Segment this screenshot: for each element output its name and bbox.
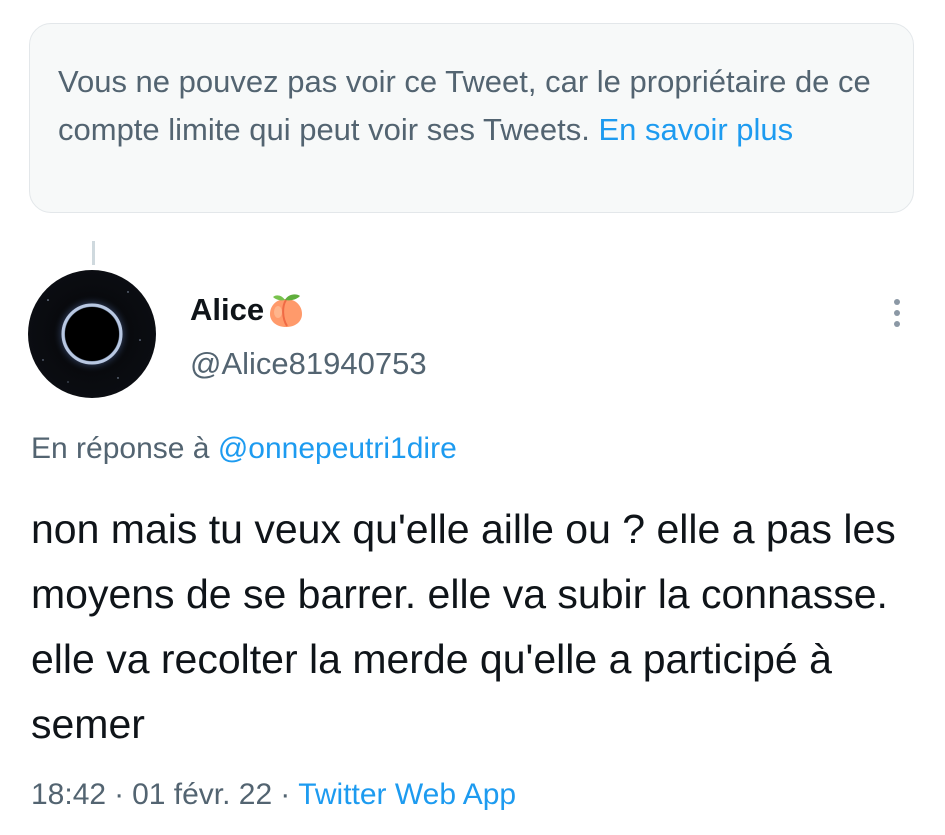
restricted-tweet-notice: Vous ne pouvez pas voir ce Tweet, car le… [29,23,914,213]
tweet-source-link[interactable]: Twitter Web App [298,778,516,811]
display-name[interactable]: Alice [190,290,306,330]
learn-more-link[interactable]: En savoir plus [598,112,793,147]
thread-connector-line [92,241,95,265]
separator-dot: · [114,778,125,811]
more-dot [894,310,900,316]
black-hole-avatar-image [28,270,156,398]
reply-to-handle-link[interactable]: @onnepeutri1dire [218,432,457,465]
user-handle[interactable]: @Alice81940753 [190,344,427,384]
tweet-metadata: 18:42 · 01 févr. 22 · Twitter Web App [31,774,516,816]
more-options-icon[interactable] [884,293,910,333]
display-name-text: Alice [190,292,265,327]
more-dot [894,321,900,327]
separator-dot: · [280,778,291,811]
tweet-time[interactable]: 18:42 [31,778,106,811]
reply-context: En réponse à @onnepeutri1dire [31,428,457,470]
peach-emoji-icon [266,290,306,330]
tweet-date[interactable]: 01 févr. 22 [132,778,272,811]
avatar[interactable] [28,270,156,398]
more-dot [894,299,900,305]
reply-prefix: En réponse à [31,432,210,465]
tweet-text: non mais tu veux qu'elle aille ou ? elle… [31,506,896,747]
